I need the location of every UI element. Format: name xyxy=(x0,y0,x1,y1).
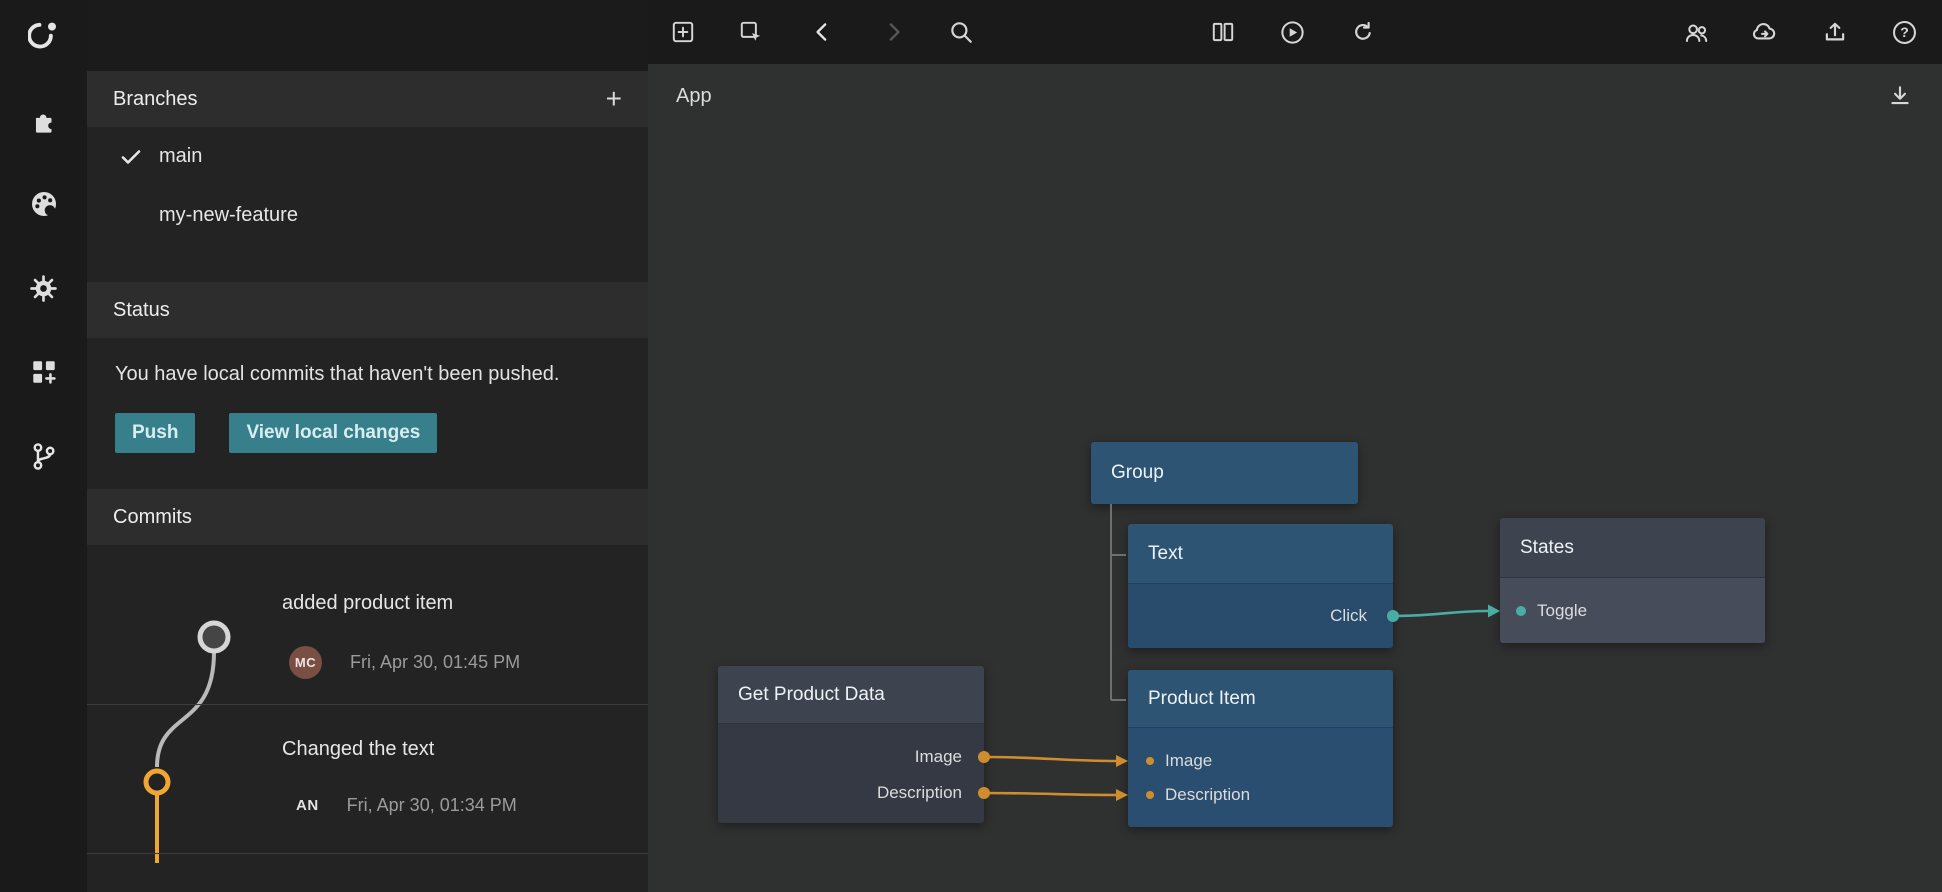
noodl-logo-icon[interactable] xyxy=(19,9,69,59)
avatar: MC xyxy=(289,646,322,679)
branch-item-my-new-feature[interactable]: my-new-feature xyxy=(87,186,648,245)
input-port-image[interactable]: Image xyxy=(1128,744,1393,778)
cloud-sync-button[interactable] xyxy=(1744,12,1784,52)
node-canvas[interactable]: App Group Text Click States xyxy=(648,64,1942,892)
plugins-icon[interactable] xyxy=(19,95,69,145)
connection-arrowhead xyxy=(1488,605,1500,618)
version-control-panel: Branches + main my-new-feature Status Yo… xyxy=(87,0,648,892)
view-local-changes-button[interactable]: View local changes xyxy=(229,413,437,453)
node-label: Get Product Data xyxy=(738,684,885,706)
orange-port-dot xyxy=(1146,757,1154,765)
split-view-icon xyxy=(1210,19,1236,45)
hierarchy-line xyxy=(1111,504,1126,700)
help-button[interactable]: ? xyxy=(1884,12,1924,52)
commit-node[interactable] xyxy=(146,771,168,793)
teal-port-dot xyxy=(1516,606,1526,616)
branches-header: Branches + xyxy=(87,71,648,127)
collaborators-button[interactable] xyxy=(1676,12,1716,52)
commits-title: Commits xyxy=(113,506,192,529)
deploy-button[interactable] xyxy=(1815,12,1855,52)
commits-list: added product item MC Fri, Apr 30, 01:45… xyxy=(87,545,648,863)
refresh-icon xyxy=(1350,19,1376,45)
branch-name: my-new-feature xyxy=(159,204,298,227)
styles-palette-icon[interactable] xyxy=(19,179,69,229)
branches-title: Branches xyxy=(113,88,198,111)
output-port-click[interactable]: Click xyxy=(1330,606,1367,626)
panel-top-strip xyxy=(87,0,648,71)
connection-arrowhead xyxy=(1116,789,1128,801)
cloud-sync-icon xyxy=(1750,18,1778,46)
canvas-breadcrumb[interactable]: App xyxy=(676,85,712,108)
chevron-right-icon xyxy=(880,19,906,45)
node-label: Group xyxy=(1111,462,1164,484)
node-text[interactable]: Text Click xyxy=(1128,524,1393,648)
status-message: You have local commits that haven't been… xyxy=(115,358,585,391)
add-node-icon xyxy=(670,19,696,45)
split-view-button[interactable] xyxy=(1203,12,1243,52)
output-port-description[interactable]: Description xyxy=(718,775,984,811)
node-product-item[interactable]: Product Item Image Description xyxy=(1128,670,1393,827)
connection-description[interactable] xyxy=(984,793,1116,795)
push-button[interactable]: Push xyxy=(115,413,195,453)
status-body: You have local commits that haven't been… xyxy=(87,338,648,453)
input-port-description[interactable]: Description xyxy=(1128,778,1393,812)
commits-header: Commits xyxy=(87,489,648,545)
connection-click-toggle[interactable] xyxy=(1393,611,1488,616)
commit-meta: MC Fri, Apr 30, 01:45 PM xyxy=(289,646,520,679)
node-label: Product Item xyxy=(1148,688,1256,710)
nav-forward-button[interactable] xyxy=(873,12,913,52)
settings-gear-icon[interactable] xyxy=(19,263,69,313)
svg-text:?: ? xyxy=(1900,24,1909,40)
node-states[interactable]: States Toggle xyxy=(1500,518,1765,643)
upload-icon xyxy=(1822,19,1848,45)
orange-port-dot xyxy=(1146,791,1154,799)
insert-component-button[interactable] xyxy=(731,12,771,52)
insert-component-icon xyxy=(738,19,764,45)
help-icon: ? xyxy=(1891,19,1918,46)
commit-meta: AN Fri, Apr 30, 01:34 PM xyxy=(296,795,517,816)
commit-divider xyxy=(87,704,648,705)
download-button[interactable] xyxy=(1880,76,1920,116)
add-node-button[interactable] xyxy=(663,12,703,52)
commit-date: Fri, Apr 30, 01:34 PM xyxy=(347,795,517,816)
refresh-button[interactable] xyxy=(1343,12,1383,52)
commit-divider xyxy=(87,853,648,854)
connection-arrowhead xyxy=(1116,755,1128,767)
editor-toolbar: ? xyxy=(648,0,1942,64)
status-title: Status xyxy=(113,299,170,322)
output-port-image[interactable]: Image xyxy=(718,739,984,775)
connection-image[interactable] xyxy=(984,757,1116,761)
input-port-toggle[interactable]: Toggle xyxy=(1516,601,1587,621)
commit-date: Fri, Apr 30, 01:45 PM xyxy=(350,652,520,673)
search-button[interactable] xyxy=(941,12,981,52)
commit-title[interactable]: Changed the text xyxy=(282,738,434,761)
components-icon[interactable] xyxy=(19,347,69,397)
avatar-initials: AN xyxy=(296,797,319,814)
download-icon xyxy=(1887,83,1913,109)
current-branch-check-icon xyxy=(117,145,144,169)
branch-item-main[interactable]: main xyxy=(87,127,648,186)
activity-bar xyxy=(0,0,87,892)
add-branch-button[interactable]: + xyxy=(606,85,622,113)
run-preview-button[interactable] xyxy=(1272,12,1312,52)
commit-node[interactable] xyxy=(200,623,228,651)
node-label: States xyxy=(1520,537,1574,559)
play-icon xyxy=(1279,19,1306,46)
nav-back-button[interactable] xyxy=(803,12,843,52)
node-label: Text xyxy=(1148,543,1183,565)
search-icon xyxy=(948,19,974,45)
status-header: Status xyxy=(87,282,648,338)
node-group[interactable]: Group xyxy=(1091,442,1358,504)
node-get-product-data[interactable]: Get Product Data Image Description xyxy=(718,666,984,823)
commit-title[interactable]: added product item xyxy=(282,592,453,615)
branch-name: main xyxy=(159,145,202,168)
users-icon xyxy=(1683,19,1710,46)
main-area: ? App Group Text Click xyxy=(648,0,1942,892)
chevron-left-icon xyxy=(810,19,836,45)
commit-graph-line xyxy=(157,652,214,767)
version-control-branch-icon[interactable] xyxy=(19,431,69,481)
